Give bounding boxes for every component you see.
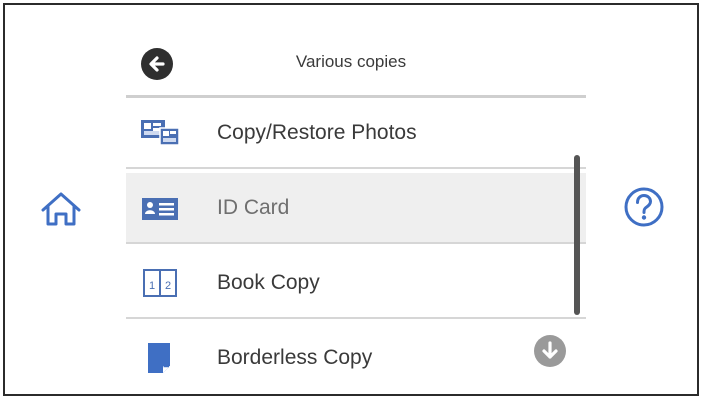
help-button[interactable] <box>622 185 666 229</box>
book-copy-icon: 1 2 <box>143 269 177 297</box>
copy-mode-list: Copy/Restore Photos ID Card 1 2 Book Cop… <box>126 98 586 394</box>
book-page-right-number: 2 <box>165 280 171 292</box>
back-button[interactable] <box>141 48 173 80</box>
list-item-copy-restore-photos[interactable]: Copy/Restore Photos <box>126 98 586 169</box>
list-item-book-copy[interactable]: 1 2 Book Copy <box>126 248 586 319</box>
list-item-label: Book Copy <box>217 271 320 294</box>
arrow-left-icon <box>149 56 165 72</box>
list-item-label: ID Card <box>217 196 290 219</box>
list-item-label: Borderless Copy <box>217 346 373 369</box>
arrow-down-icon <box>542 341 558 359</box>
page-title: Various copies <box>295 52 407 71</box>
scrollbar-thumb[interactable] <box>574 155 580 315</box>
list-item-id-card[interactable]: ID Card <box>126 173 586 244</box>
screen-frame: Various copies Copy/Restore Photos ID Ca… <box>3 3 699 396</box>
list-item-borderless-copy[interactable]: Borderless Copy <box>126 323 586 394</box>
home-button[interactable] <box>39 189 83 229</box>
header: Various copies <box>126 35 586 95</box>
question-mark-icon <box>624 187 664 227</box>
list-item-label: Copy/Restore Photos <box>217 121 417 144</box>
id-card-icon <box>142 198 178 220</box>
photo-restore-icon <box>141 120 180 146</box>
scroll-down-button[interactable] <box>534 335 566 367</box>
borderless-copy-icon <box>148 343 170 373</box>
home-icon <box>41 192 81 226</box>
book-page-left-number: 1 <box>149 280 155 292</box>
